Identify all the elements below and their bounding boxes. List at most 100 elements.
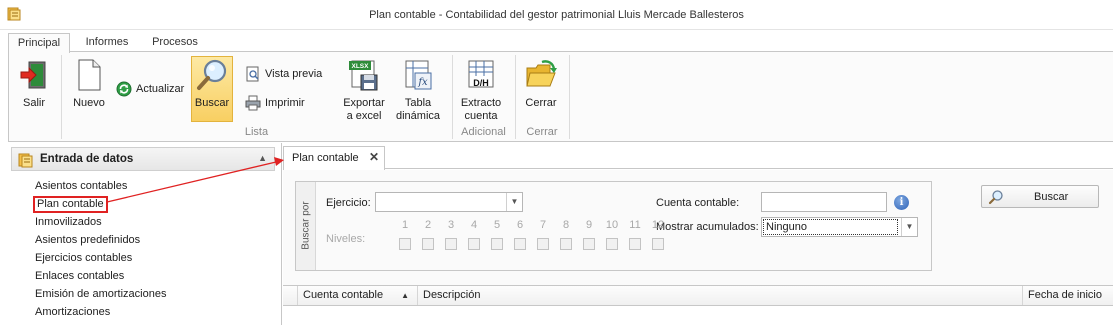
search-panel-caption: Buscar por [296,182,316,270]
tab-principal[interactable]: Principal [8,33,70,53]
level-checkbox[interactable] [583,238,595,250]
nav-item-enlaces-contables[interactable]: Enlaces contables [35,269,124,284]
level-number: 1 [401,219,409,231]
imprimir-label: Imprimir [265,97,305,109]
nav-item-inmovilizados[interactable]: Inmovilizados [35,215,102,230]
accounts-grid: Cuenta contable ▲ Descripción Fecha de i… [283,285,1113,325]
group-label-adicional: Adicional [461,126,506,138]
nuevo-label: Nuevo [73,97,105,109]
buscar-button-label: Buscar [1034,191,1069,203]
nav-item-asientos-contables[interactable]: Asientos contables [35,179,127,194]
vista-previa-label: Vista previa [265,68,323,80]
export-excel-icon: XLSX [349,60,378,91]
level-checkbox[interactable] [468,238,480,250]
mostrar-acumulados-label: Mostrar acumulados: [656,221,759,233]
group-label-lista: Lista [244,126,269,138]
salir-label: Salir [22,97,45,109]
exportar-label-2: a excel [346,110,382,122]
level-checkbox[interactable] [537,238,549,250]
level-number: 7 [539,219,547,231]
level-number: 4 [470,219,478,231]
cuenta-contable-label: Cuenta contable: [656,197,740,209]
chevron-down-icon[interactable]: ▼ [506,193,522,211]
open-folder-icon [526,60,557,87]
content-area: Buscar por Ejercicio: ▼ Niveles: Cuenta … [283,170,1113,325]
info-icon[interactable]: i [894,195,909,210]
ribbon-tab-strip: Principal Informes Procesos [0,30,1113,53]
level-checkbox[interactable] [514,238,526,250]
search-panel: Buscar por Ejercicio: ▼ Niveles: Cuenta … [295,181,932,271]
ribbon: Salir Nuevo Actualizar Buscar Vista prev… [8,51,1113,142]
nav-group-header[interactable]: Entrada de datos ▲ [11,147,275,171]
buscar-button[interactable]: Buscar [981,185,1099,208]
account-statement-icon: D/H [468,60,494,88]
level-checkbox[interactable] [445,238,457,250]
level-checkbox[interactable] [652,238,664,250]
tab-informes[interactable]: Informes [78,33,136,53]
nuevo-button[interactable]: Nuevo [69,56,109,122]
level-checkbox[interactable] [560,238,572,250]
level-number: 9 [585,219,593,231]
exportar-excel-button[interactable]: XLSX Exportar a excel [339,56,389,122]
buscar-ribbon-label: Buscar [194,97,230,109]
vista-previa-button[interactable]: Vista previa [245,65,327,83]
fx-badge: fx [417,77,428,88]
chevron-down-icon[interactable]: ▼ [901,218,917,236]
grid-header: Cuenta contable ▲ Descripción Fecha de i… [283,286,1113,306]
preview-icon [246,66,259,82]
search-panel-title: Buscar por [300,201,312,250]
tabla-label-2: dinámica [395,110,441,122]
pivot-table-icon: fx [405,60,432,90]
tabla-dinamica-button[interactable]: fx Tabla dinámica [393,56,443,122]
level-number: 6 [516,219,524,231]
refresh-icon [116,81,132,97]
nav-item-emision-amortizaciones[interactable]: Emisión de amortizaciones [35,287,166,302]
level-checkbox[interactable] [491,238,503,250]
extracto-label-2: cuenta [464,110,498,122]
ejercicio-label: Ejercicio: [326,197,371,209]
magnifier-icon [197,59,227,90]
niveles-label: Niveles: [326,233,366,245]
cuenta-contable-input[interactable] [761,192,887,212]
column-header-cuenta-contable[interactable]: Cuenta contable ▲ [298,286,418,305]
tab-procesos[interactable]: Procesos [144,33,206,53]
level-number: 3 [447,219,455,231]
level-number: 12 [651,219,665,231]
level-number: 11 [629,219,641,231]
close-icon[interactable]: ✕ [369,150,379,164]
magnifier-icon [988,190,1003,205]
mostrar-acumulados-combobox[interactable]: Ninguno ▼ [761,217,918,237]
grid-row-indicator-header [283,286,298,305]
ejercicio-combobox[interactable]: ▼ [375,192,523,212]
cerrar-button[interactable]: Cerrar [520,56,562,122]
column-header-descripcion[interactable]: Descripción [418,286,1023,305]
buscar-ribbon-button[interactable]: Buscar [191,56,233,122]
level-number: 5 [493,219,501,231]
exit-door-icon [20,61,46,89]
exportar-label-1: Exportar [343,97,385,109]
column-cuenta-contable-label: Cuenta contable [303,289,384,301]
nav-item-plan-contable[interactable]: Plan contable [33,196,108,213]
level-checkbox[interactable] [422,238,434,250]
level-number: 10 [605,219,619,231]
chevron-up-icon[interactable]: ▲ [258,153,267,163]
cerrar-label: Cerrar [525,97,557,109]
level-checkbox[interactable] [399,238,411,250]
extracto-cuenta-button[interactable]: D/H Extracto cuenta [456,56,506,122]
tab-plan-contable[interactable]: Plan contable ✕ [283,146,385,170]
window-title: Plan contable - Contabilidad del gestor … [369,9,744,21]
nav-item-ejercicios-contables[interactable]: Ejercicios contables [35,251,132,266]
actualizar-button[interactable]: Actualizar [116,80,188,98]
xlsx-badge: XLSX [352,63,370,70]
nav-item-asientos-predefinidos[interactable]: Asientos predefinidos [35,233,140,248]
column-header-fecha-inicio[interactable]: Fecha de inicio [1023,286,1113,305]
actualizar-label: Actualizar [136,83,185,95]
salir-button[interactable]: Salir [14,56,54,122]
group-label-cerrar: Cerrar [526,126,558,138]
level-checkbox[interactable] [629,238,641,250]
data-entry-icon [18,153,33,168]
level-checkbox[interactable] [606,238,618,250]
imprimir-button[interactable]: Imprimir [245,94,317,112]
nav-item-amortizaciones[interactable]: Amortizaciones [35,305,110,320]
document-tab-strip: Plan contable ✕ [283,143,1113,170]
